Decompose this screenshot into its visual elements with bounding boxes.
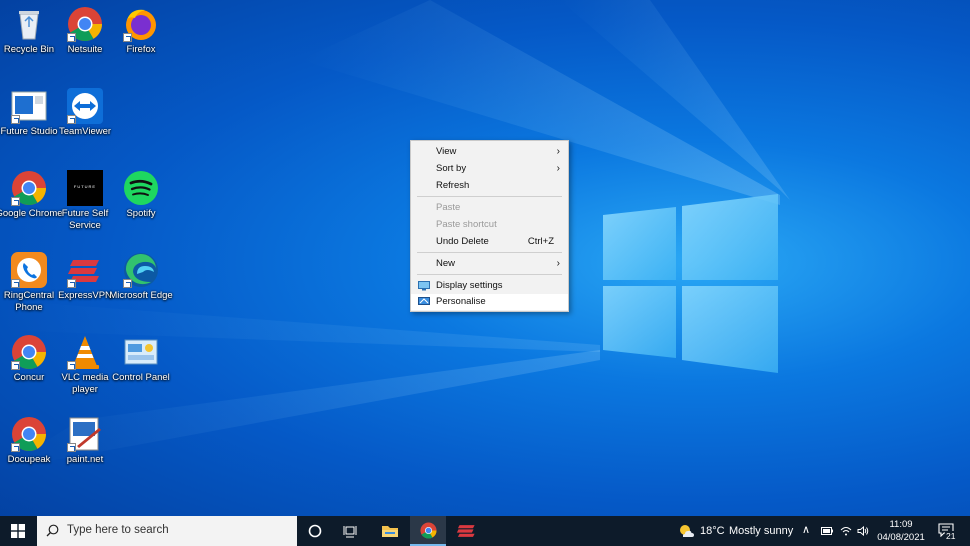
menu-item-display-settings[interactable]: Display settings [411, 278, 568, 294]
shortcut-arrow-icon [123, 279, 132, 288]
chrome-taskbar-button[interactable] [410, 516, 446, 546]
desktop-icon-label: TeamViewer [50, 126, 120, 138]
shortcut-arrow-icon [67, 279, 76, 288]
menu-item-sort-by[interactable]: Sort by › [411, 161, 568, 177]
desktop-icon-spotify[interactable]: Spotify [112, 166, 170, 238]
clock[interactable]: 11:09 04/08/2021 [872, 518, 930, 546]
notification-count-badge: 21 [945, 531, 956, 541]
display-settings-icon [418, 281, 430, 291]
menu-item-view[interactable]: View › [411, 144, 568, 160]
menu-item-personalise[interactable]: Personalise [411, 294, 568, 310]
volume-icon[interactable] [857, 526, 869, 536]
desktop-icon-firefox[interactable]: Firefox [112, 2, 170, 74]
desktop-icon-microsoft-edge[interactable]: Microsoft Edge [112, 248, 170, 320]
shortcut-arrow-icon [11, 279, 20, 288]
file-explorer-button[interactable] [372, 516, 408, 546]
cortana-button[interactable] [297, 516, 333, 546]
task-view-icon [343, 524, 359, 538]
menu-item-undo-delete[interactable]: Undo Delete Ctrl+Z [411, 234, 568, 250]
menu-item-refresh[interactable]: Refresh [411, 178, 568, 194]
desktop-icon-label: Spotify [106, 208, 176, 220]
search-icon [46, 524, 59, 537]
future-logo-icon: FUTURE [67, 170, 103, 206]
desktop-icon-vlc-media-player[interactable]: VLC media player [56, 330, 114, 402]
shortcut-arrow-icon [11, 115, 20, 124]
folder-icon [381, 524, 399, 538]
desktop-icon-teamviewer[interactable]: TeamViewer [56, 84, 114, 156]
menu-item-new[interactable]: New › [411, 256, 568, 272]
desktop-icon-docupeak[interactable]: Docupeak [0, 412, 58, 484]
weather-sun-cloud-icon [678, 524, 694, 538]
shortcut-arrow-icon [11, 443, 20, 452]
menu-item-paste-shortcut: Paste shortcut [411, 217, 568, 233]
expressvpn-icon [456, 524, 476, 538]
shortcut-arrow-icon [67, 115, 76, 124]
menu-separator [417, 274, 562, 275]
spotify-icon [123, 170, 159, 206]
control-panel-icon [123, 334, 159, 370]
action-center-button[interactable]: 21 [934, 516, 970, 546]
clock-time: 11:09 [872, 518, 930, 531]
battery-icon[interactable] [821, 527, 833, 535]
menu-separator [417, 196, 562, 197]
cortana-circle-icon [308, 524, 322, 538]
desktop-icon-label: paint.net [50, 454, 120, 466]
start-button[interactable] [0, 516, 37, 546]
wifi-icon[interactable] [840, 526, 852, 536]
desktop-icon-paint-net[interactable]: paint.net [56, 412, 114, 484]
desktop-icon-label: Firefox [106, 44, 176, 56]
shortcut-arrow-icon [123, 33, 132, 42]
taskbar: Type here to search [0, 516, 970, 546]
chevron-right-icon: › [557, 163, 560, 174]
desktop-icon-control-panel[interactable]: Control Panel [112, 330, 170, 402]
shortcut-arrow-icon [67, 33, 76, 42]
weather-widget[interactable]: 18°C Mostly sunny [676, 516, 796, 546]
weather-description: Mostly sunny [729, 525, 793, 537]
taskbar-search-box[interactable]: Type here to search [37, 516, 297, 546]
desktop-icon-label: Microsoft Edge [106, 290, 176, 302]
windows-logo-icon [11, 524, 25, 538]
shortcut-arrow-icon [11, 197, 20, 206]
desktop-icon-future-studio[interactable]: Future Studio [0, 84, 58, 156]
desktop-icon-future-self-service[interactable]: FUTURE Future Self Service [56, 166, 114, 238]
desktop-icon-label: Control Panel [106, 372, 176, 384]
shortcut-arrow-icon [67, 443, 76, 452]
menu-item-paste: Paste [411, 200, 568, 216]
desktop-icon-netsuite[interactable]: Netsuite [56, 2, 114, 74]
search-placeholder: Type here to search [67, 524, 169, 536]
desktop-icon-recycle-bin[interactable]: Recycle Bin [0, 2, 58, 74]
recycle-bin-icon [11, 6, 47, 42]
chrome-icon [420, 522, 437, 539]
shortcut-arrow-icon [67, 361, 76, 370]
chevron-right-icon: › [557, 258, 560, 269]
menu-separator [417, 252, 562, 253]
task-view-button[interactable] [333, 516, 369, 546]
weather-temperature: 18°C [700, 525, 725, 537]
desktop-context-menu: View › Sort by › Refresh Paste Paste sho… [410, 140, 569, 312]
personalise-icon [418, 297, 430, 307]
chevron-right-icon: › [557, 146, 560, 157]
expressvpn-taskbar-button[interactable] [448, 516, 484, 546]
desktop-icon-ringcentral-phone[interactable]: RingCentral Phone [0, 248, 58, 320]
chevron-up-icon[interactable]: ∧ [802, 523, 810, 536]
shortcut-arrow-icon [11, 361, 20, 370]
clock-date: 04/08/2021 [872, 531, 930, 544]
desktop-icon-expressvpn[interactable]: ExpressVPN [56, 248, 114, 320]
